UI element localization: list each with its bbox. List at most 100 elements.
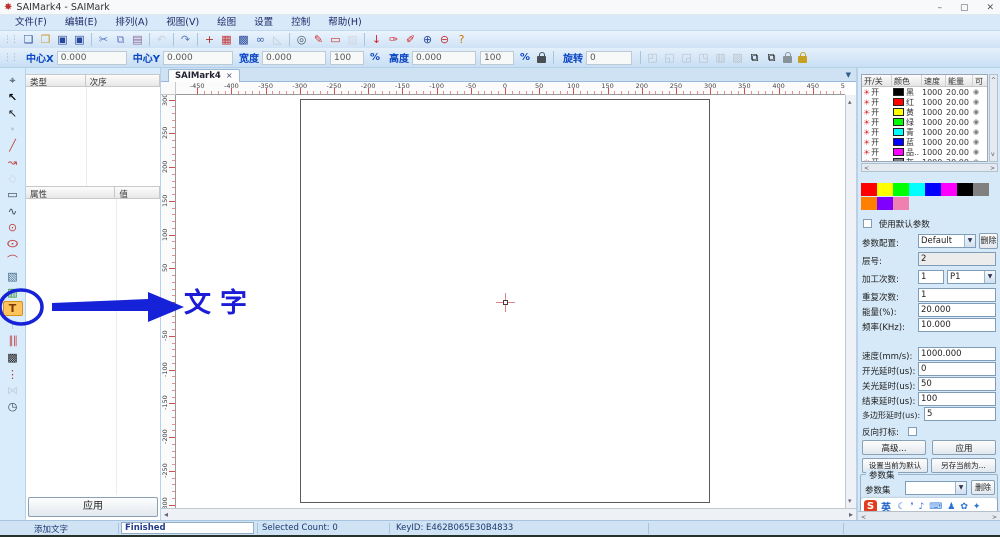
save-all-icon[interactable]: ▣ <box>71 32 88 47</box>
palette-swatch[interactable] <box>941 183 957 196</box>
pen-table-vscrollbar[interactable]: ^ v <box>989 74 998 162</box>
visible-eye-icon[interactable]: ◉ <box>973 98 985 106</box>
scroll-left-icon[interactable]: < <box>864 164 869 174</box>
visible-eye-icon[interactable]: ◉ <box>973 108 985 116</box>
chevron-down-icon[interactable]: ▼ <box>984 271 995 283</box>
profile-icon[interactable]: ♟ <box>947 502 955 512</box>
mark-once-icon[interactable]: ↓ <box>368 32 385 47</box>
visible-eye-icon[interactable]: ◉ <box>973 158 985 162</box>
curve-tool-icon[interactable]: ∿ <box>3 204 23 219</box>
palette-swatch[interactable] <box>861 197 877 210</box>
param-set-dropdown[interactable]: ▼ <box>905 481 967 495</box>
palette-swatch[interactable] <box>861 183 877 196</box>
speed-header[interactable]: 速度 <box>922 75 946 86</box>
chevron-down-icon[interactable]: ▼ <box>964 235 975 247</box>
pen-row[interactable]: ☀开蓝100020.00◉ <box>862 137 987 147</box>
center-y-field[interactable] <box>163 51 233 65</box>
measure-icon[interactable]: ◺ <box>269 32 286 47</box>
preview-glasses-icon[interactable]: ∞ <box>252 32 269 47</box>
rotate-field[interactable] <box>586 51 632 65</box>
rectangle-tool-icon[interactable]: ▭ <box>3 187 23 202</box>
scroll-up-icon[interactable]: ▴ <box>848 97 852 107</box>
scroll-down-icon[interactable]: v <box>991 150 995 160</box>
end-delay-field[interactable] <box>918 392 996 406</box>
pick-position-icon[interactable]: + <box>201 32 218 47</box>
scroll-left-icon[interactable]: ◂ <box>164 510 168 520</box>
pen-table-hscrollbar[interactable]: < > <box>861 163 998 172</box>
lock-object-icon[interactable] <box>783 56 792 63</box>
point-tool-icon[interactable]: • <box>3 122 23 137</box>
pen-row[interactable]: ☀开品..100020.00◉ <box>862 147 987 157</box>
align-vertical-icon[interactable]: ◰ <box>644 50 661 65</box>
palette-swatch[interactable] <box>973 183 989 196</box>
vector-file-tool-icon[interactable]: ▥ <box>3 285 23 300</box>
circle-tool-icon[interactable]: ⊙ <box>3 220 23 235</box>
timer-tool-icon[interactable]: ◷ <box>3 399 23 414</box>
variable-text-tool-icon[interactable]: T <box>3 318 23 333</box>
open-file-icon[interactable]: ❒ <box>37 32 54 47</box>
node-edit-tool-icon[interactable]: ↖ <box>3 106 23 121</box>
redo-icon[interactable]: ↷ <box>177 32 194 47</box>
on-off-header[interactable]: 开/关 <box>862 75 892 86</box>
arc-tool-icon[interactable]: ⌒ <box>3 253 23 268</box>
palette-swatch[interactable] <box>925 183 941 196</box>
energy-field[interactable] <box>918 303 996 317</box>
panel-apply-button[interactable]: 应用 <box>28 497 158 517</box>
mark-param-icon[interactable]: ✑ <box>385 32 402 47</box>
unlock-object-icon[interactable] <box>798 56 807 63</box>
menu-item-0[interactable]: 文件(F) <box>6 15 56 31</box>
width-percent-field[interactable] <box>330 51 364 65</box>
fill-preview-icon[interactable]: ▨ <box>344 32 361 47</box>
energy-header[interactable]: 能量 <box>946 75 973 86</box>
polygon-delay-field[interactable] <box>924 407 996 421</box>
palette-swatch[interactable] <box>877 183 893 196</box>
config-delete-button[interactable]: 删除 <box>979 233 998 249</box>
red-pointer-icon[interactable]: ✎ <box>310 32 327 47</box>
document-tab[interactable]: SAIMark4× <box>168 69 240 82</box>
qrcode-tool-icon[interactable]: ▩ <box>3 350 23 365</box>
minimize-button[interactable]: – <box>937 3 942 13</box>
mark-continuous-icon[interactable]: ✐ <box>402 32 419 47</box>
param-apply-button[interactable]: 应用 <box>932 440 996 455</box>
new-file-icon[interactable]: ❏ <box>20 32 37 47</box>
polygon-tool-icon[interactable]: ◇ <box>3 171 23 186</box>
toolbar-grip[interactable]: ⋮⋮ <box>3 35 17 45</box>
reverse-mark-checkbox[interactable] <box>908 427 917 436</box>
align-horizontal-icon[interactable]: ◱ <box>661 50 678 65</box>
menu-item-4[interactable]: 绘图 <box>208 15 245 31</box>
height-field[interactable] <box>412 51 476 65</box>
close-button[interactable]: ✕ <box>986 3 994 13</box>
cut-icon[interactable]: ✂ <box>95 32 112 47</box>
pass-select[interactable]: P1▼ <box>947 270 996 284</box>
menu-item-6[interactable]: 控制 <box>282 15 319 31</box>
use-default-checkbox[interactable] <box>863 219 872 228</box>
height-percent-field[interactable] <box>480 51 514 65</box>
paste-icon[interactable]: ▤ <box>129 32 146 47</box>
tab-close-icon[interactable]: × <box>226 71 233 80</box>
visible-eye-icon[interactable]: ◉ <box>973 128 985 136</box>
center-x-field[interactable] <box>57 51 127 65</box>
param-set-delete-button[interactable]: 删除 <box>971 480 995 495</box>
polyline-tool-icon[interactable]: ↝ <box>3 155 23 170</box>
zoom-select-icon[interactable]: ◎ <box>293 32 310 47</box>
palette-swatch[interactable] <box>909 183 925 196</box>
text-tool-icon[interactable]: T <box>3 301 23 316</box>
select-tool-icon[interactable]: ↖ <box>3 90 23 105</box>
palette-swatch[interactable] <box>893 197 909 210</box>
input-output-tool-icon[interactable]: ⋈ <box>3 383 23 398</box>
undo-icon[interactable]: ↶ <box>153 32 170 47</box>
toolbar-grip[interactable]: ⋮⋮ <box>3 53 17 63</box>
voice-input-icon[interactable]: ♪ <box>918 502 924 512</box>
pass-count-field[interactable] <box>918 270 944 284</box>
save-icon[interactable]: ▣ <box>54 32 71 47</box>
menu-item-1[interactable]: 编辑(E) <box>56 15 106 31</box>
same-size-icon[interactable]: ◳ <box>695 50 712 65</box>
preview-frame-icon[interactable]: ▭ <box>327 32 344 47</box>
visible-eye-icon[interactable]: ◉ <box>973 118 985 126</box>
origin-tool-icon[interactable]: ⌖ <box>3 73 23 88</box>
type-column-header[interactable]: 类型 <box>26 74 86 87</box>
pen-row[interactable]: ☀开青100020.00◉ <box>862 127 987 137</box>
chevron-down-icon[interactable]: ▼ <box>955 482 966 494</box>
delay-point-tool-icon[interactable]: ⋮ <box>3 367 23 382</box>
attribute-column-header[interactable]: 属性 <box>26 186 115 199</box>
